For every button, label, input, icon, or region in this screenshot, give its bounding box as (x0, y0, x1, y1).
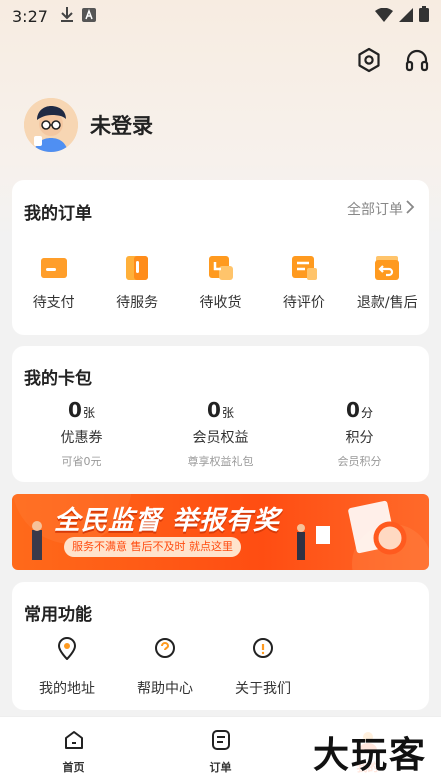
avatar[interactable] (24, 98, 78, 152)
banner-title: 全民监督 举报有奖 (54, 506, 281, 536)
function-item-help[interactable]: 帮助中心 (124, 636, 206, 698)
tab-orders[interactable]: 订单 (147, 717, 294, 784)
service-icon (122, 254, 152, 282)
wallet-value: 0张 (207, 398, 234, 422)
function-item-address[interactable]: 我的地址 (26, 636, 108, 698)
customer-service-button[interactable] (403, 48, 431, 76)
location-icon (56, 636, 78, 664)
wifi-icon (375, 7, 393, 26)
function-list: 我的地址 帮助中心 关于我们 (26, 636, 304, 698)
wallet-sub: 尊享权益礼包 (187, 455, 254, 468)
orders-card: 我的订单 全部订单 待支付 待服务 待收货 待评价 退款/售后 (12, 180, 429, 335)
order-status-list: 待支付 待服务 待收货 待评价 退款/售后 (12, 254, 429, 312)
function-label: 关于我们 (235, 681, 291, 697)
order-item-label: 待服务 (116, 295, 159, 311)
wallet-title: 我的卡包 (24, 369, 92, 389)
login-status[interactable]: 未登录 (90, 110, 153, 140)
profile-header[interactable]: 未登录 (24, 98, 153, 152)
help-icon (154, 636, 176, 664)
order-item-refund[interactable]: 退款/售后 (348, 254, 426, 312)
report-banner[interactable]: 全民监督 举报有奖 服务不满意 售后不及时 就点这里 (12, 494, 429, 570)
about-icon (252, 636, 274, 664)
functions-card: 常用功能 我的地址 帮助中心 关于我们 (12, 582, 429, 710)
wallet-value: 0张 (68, 398, 95, 422)
settings-button[interactable] (355, 47, 383, 77)
review-icon (289, 254, 319, 282)
function-label: 帮助中心 (137, 681, 193, 697)
functions-title: 常用功能 (24, 605, 92, 625)
headset-icon (404, 47, 430, 77)
order-item-label: 待支付 (32, 295, 75, 311)
order-item-label: 待收货 (199, 295, 242, 311)
wallet-sub: 会员积分 (337, 455, 382, 468)
wallet-list: 0张 优惠券 可省0元 0张 会员权益 尊享权益礼包 0分 积分 会员积分 (12, 398, 429, 469)
package-icon (205, 254, 235, 282)
text-app-icon (81, 7, 96, 26)
order-item-pending-payment[interactable]: 待支付 (15, 254, 93, 312)
order-item-label: 退款/售后 (356, 295, 418, 311)
download-icon (60, 6, 74, 26)
wallet-sub: 可省0元 (61, 455, 102, 468)
home-icon (63, 729, 85, 755)
chevron-right-icon (405, 200, 415, 218)
status-time: 3:27 (12, 6, 48, 26)
order-item-pending-review[interactable]: 待评价 (265, 254, 343, 312)
gear-icon (356, 47, 382, 77)
orders-title: 我的订单 (24, 204, 92, 224)
wallet-card: 我的卡包 0张 优惠券 可省0元 0张 会员权益 尊享权益礼包 0分 积分 会员… (12, 346, 429, 482)
wallet-item-points[interactable]: 0分 积分 会员积分 (290, 398, 429, 469)
wallet-label: 会员权益 (192, 430, 249, 446)
top-actions (355, 47, 431, 77)
status-bar: 3:27 (0, 0, 441, 32)
signal-icon (399, 7, 413, 26)
wallet-item-member-benefits[interactable]: 0张 会员权益 尊享权益礼包 (151, 398, 290, 469)
banner-subtitle: 服务不满意 售后不及时 就点这里 (64, 537, 241, 557)
wallet-value: 0分 (346, 398, 373, 422)
wallet-label: 积分 (345, 430, 374, 446)
all-orders-link[interactable]: 全部订单 (347, 199, 415, 219)
wallet-label: 优惠券 (60, 430, 103, 446)
wallet-item-coupons[interactable]: 0张 优惠券 可省0元 (12, 398, 151, 469)
order-icon (210, 729, 232, 755)
tab-label: 订单 (209, 761, 232, 774)
tab-label: 首页 (62, 761, 85, 774)
function-label: 我的地址 (39, 681, 95, 697)
battery-icon (419, 6, 429, 26)
refund-icon (372, 254, 402, 282)
tab-home[interactable]: 首页 (0, 717, 147, 784)
watermark: 大玩客 (308, 726, 431, 778)
order-item-pending-receipt[interactable]: 待收货 (181, 254, 259, 312)
all-orders-label: 全部订单 (347, 202, 403, 218)
order-item-label: 待评价 (282, 295, 325, 311)
function-item-about[interactable]: 关于我们 (222, 636, 304, 698)
wallet-icon (39, 254, 69, 282)
order-item-pending-service[interactable]: 待服务 (98, 254, 176, 312)
